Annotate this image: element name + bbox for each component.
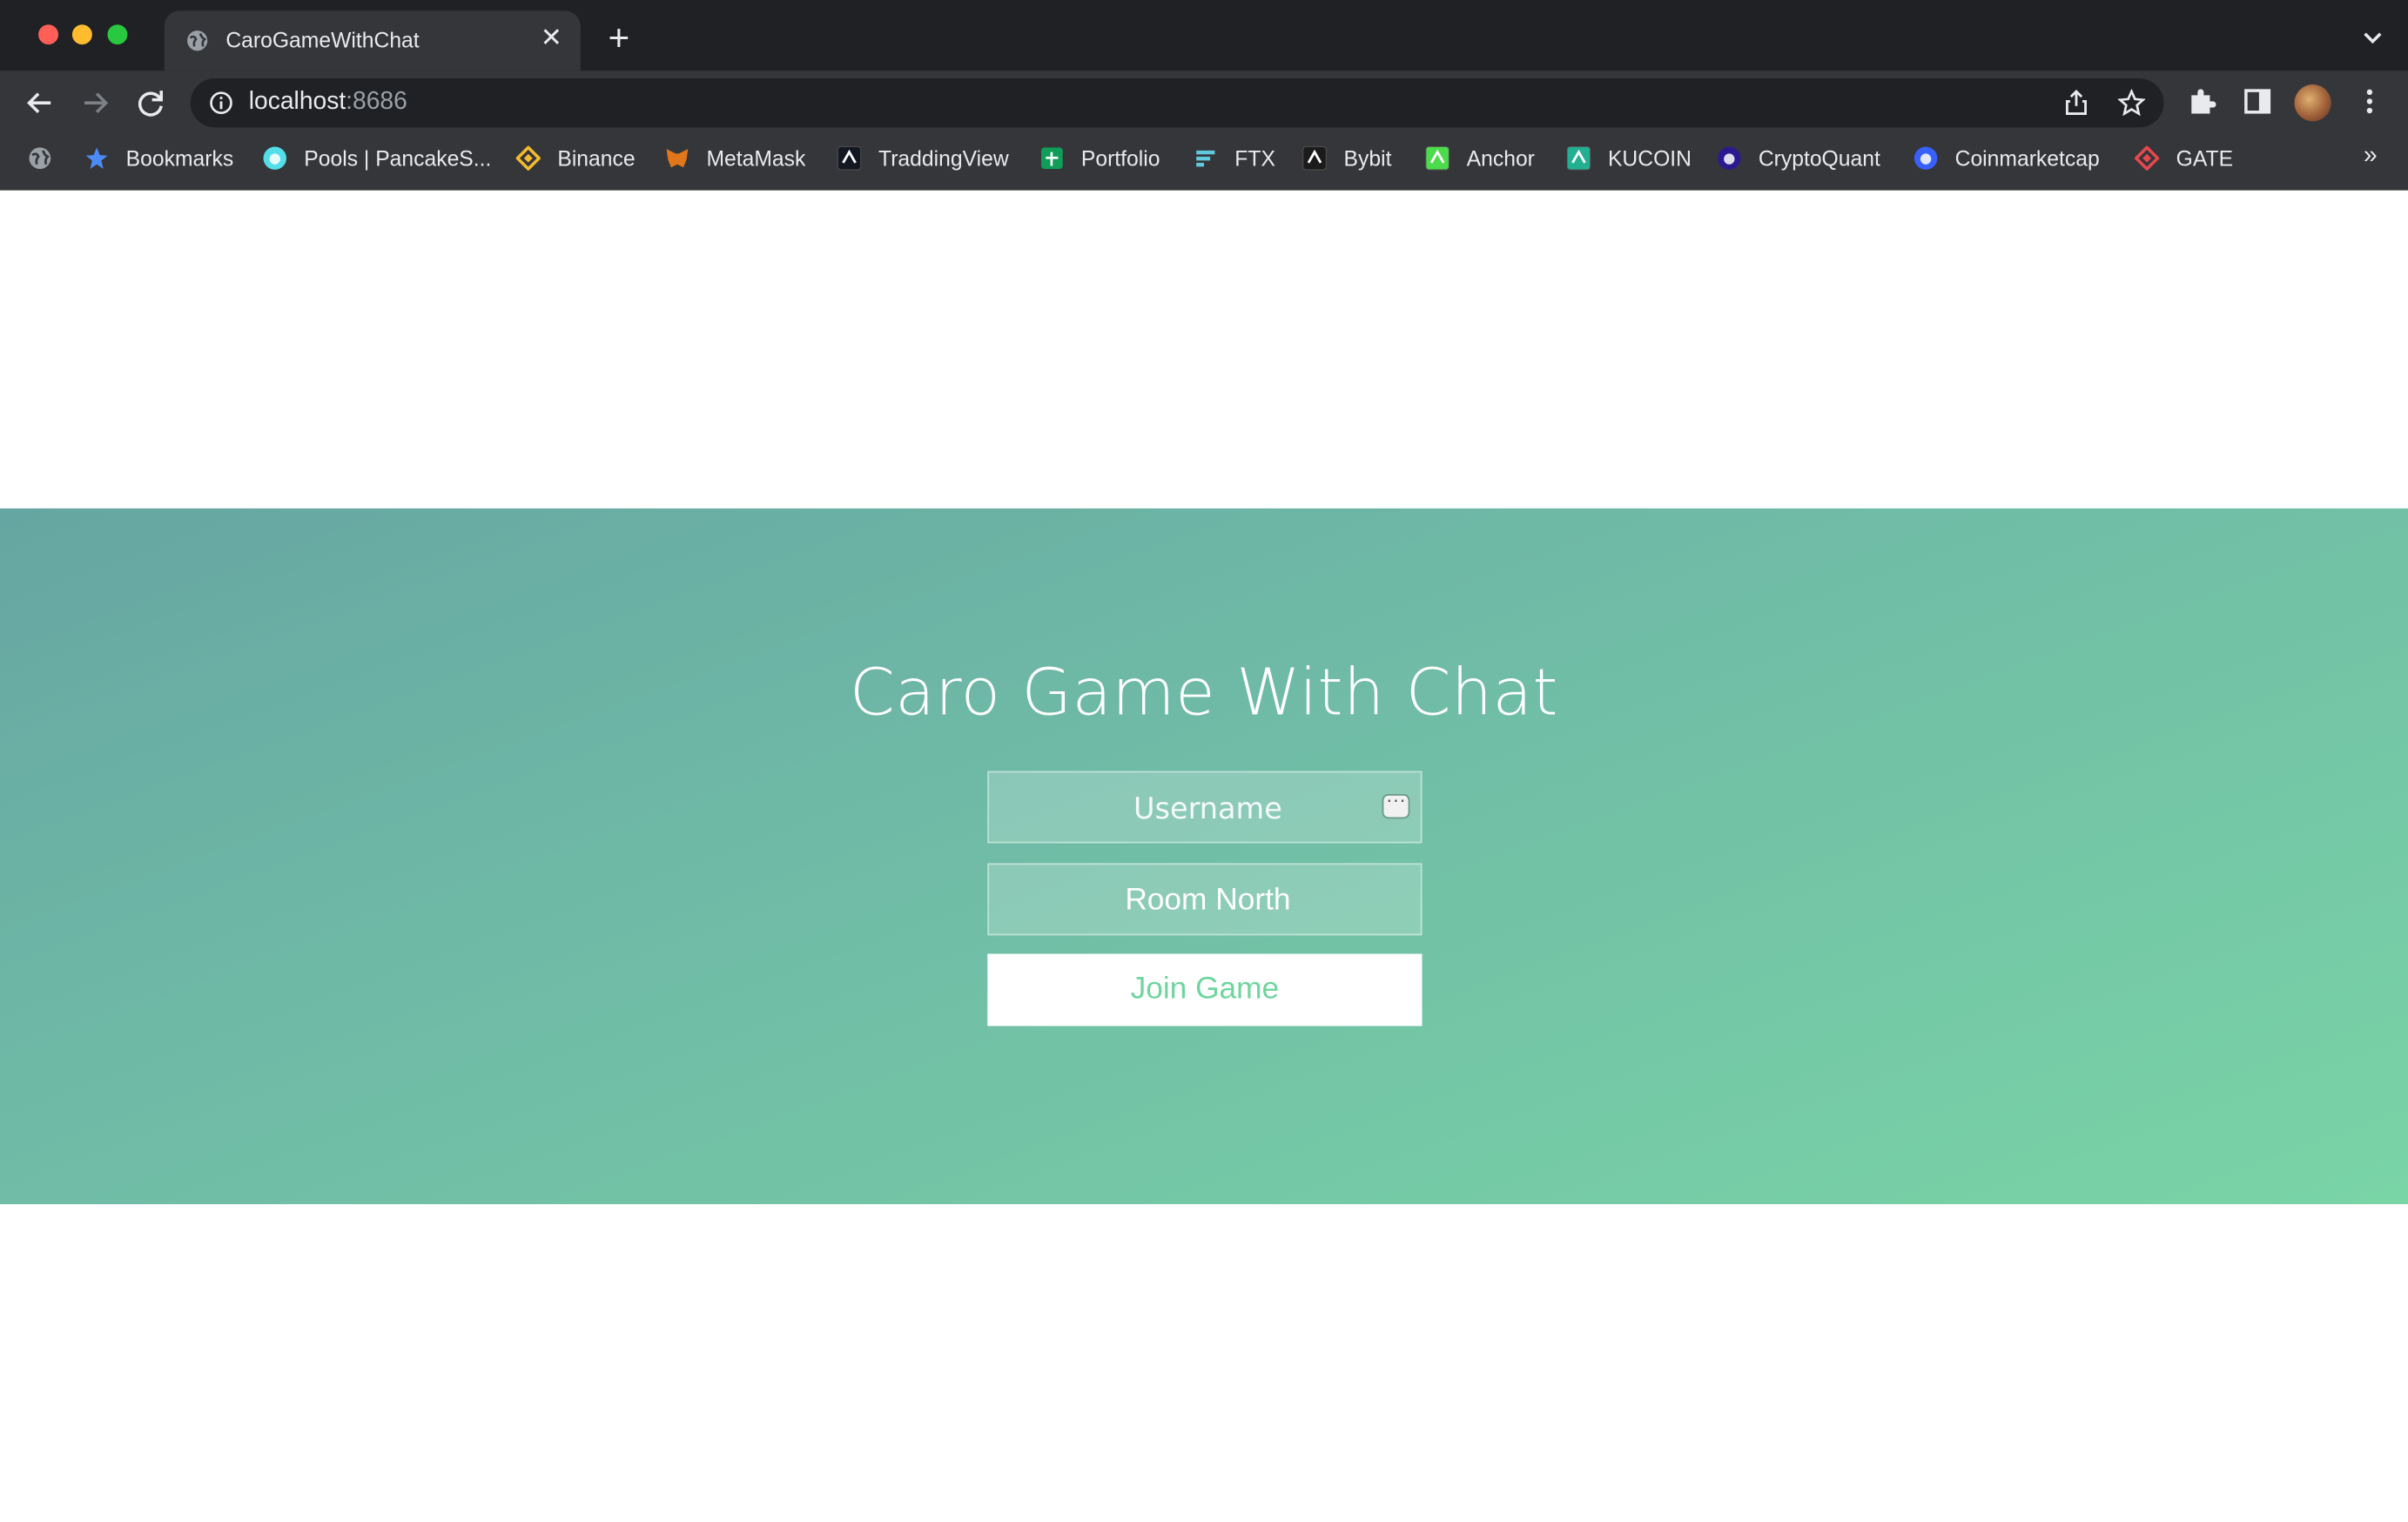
- coinmarketcap-icon: [1914, 146, 1938, 171]
- bookmark-item[interactable]: Pools | PancakeS...: [263, 141, 492, 175]
- tab-active[interactable]: CaroGameWithChat ✕: [164, 10, 581, 71]
- gate-icon: [2134, 145, 2160, 172]
- bookmark-label: Coinmarketcap: [1954, 145, 2100, 171]
- bookmark-item[interactable]: TraddingView: [837, 141, 1009, 175]
- bookmark-label: GATE: [2176, 145, 2234, 171]
- url-text[interactable]: localhost:8686: [249, 89, 407, 117]
- password-manager-icon[interactable]: [1383, 788, 1409, 818]
- url-host: localhost: [248, 89, 346, 116]
- hero-section: Caro Game With Chat Join Game: [0, 508, 2408, 1204]
- apps-globe-icon[interactable]: [28, 146, 52, 171]
- kebab-menu-icon[interactable]: [2354, 86, 2384, 117]
- join-game-button[interactable]: Join Game: [987, 953, 1423, 1027]
- forward-arrow-icon[interactable]: [78, 86, 112, 120]
- bookmark-item[interactable]: CryptoQuant: [1717, 141, 1880, 175]
- cryptoquant-icon: [1717, 146, 1741, 171]
- bookmark-item[interactable]: KUCOIN: [1566, 141, 1692, 175]
- bookmark-item[interactable]: Binance: [515, 141, 636, 175]
- star-icon: [84, 146, 109, 171]
- tab-close-icon[interactable]: ✕: [537, 24, 565, 52]
- bookmark-label: Bybit: [1343, 145, 1392, 171]
- bookmark-item[interactable]: Portfolio: [1039, 141, 1160, 175]
- bookmark-label: Pools | PancakeS...: [304, 145, 492, 171]
- pancakeswap-icon: [263, 146, 287, 171]
- bookmark-label: KUCOIN: [1607, 145, 1692, 171]
- page-content: Caro Game With Chat Join Game: [0, 190, 2408, 1522]
- bookmarks-bar: Bookmarks Pools | PancakeS... Binance MetaM…: [0, 135, 2408, 181]
- bookmark-item[interactable]: Bybit: [1302, 141, 1392, 175]
- bookmark-item[interactable]: GATE: [2134, 141, 2234, 175]
- reload-icon[interactable]: [133, 86, 167, 120]
- bookmark-label: CryptoQuant: [1758, 145, 1880, 171]
- star-icon[interactable]: [2117, 89, 2146, 117]
- room-input[interactable]: [989, 865, 1427, 938]
- bookmark-label: MetaMask: [706, 145, 806, 171]
- close-window-button[interactable]: [38, 24, 59, 45]
- bybit-icon: [1302, 146, 1327, 171]
- share-icon[interactable]: [2062, 89, 2090, 117]
- username-input[interactable]: [989, 772, 1427, 845]
- url-port: :8686: [346, 89, 407, 116]
- info-icon[interactable]: [209, 91, 233, 115]
- maximize-window-button[interactable]: [107, 24, 128, 45]
- bookmark-item[interactable]: MetaMask: [665, 141, 806, 175]
- page-title: Caro Game With Chat: [850, 654, 1558, 730]
- browser-window: CaroGameWithChat ✕ + localhost:8686 Book…: [0, 0, 2408, 1522]
- tradingview-icon: [837, 146, 862, 171]
- new-tab-button[interactable]: +: [602, 21, 636, 57]
- kucoin-icon: [1566, 146, 1591, 171]
- bookmark-label: Binance: [557, 145, 636, 171]
- username-field[interactable]: [987, 771, 1427, 845]
- bookmark-item[interactable]: FTX: [1194, 141, 1275, 175]
- bookmark-label: Bookmarks: [125, 145, 234, 171]
- bookmarks-overflow-button[interactable]: »: [2364, 143, 2378, 171]
- ftx-icon: [1194, 146, 1218, 171]
- anchor-icon: [1425, 146, 1450, 171]
- bookmark-label: TraddingView: [878, 145, 1009, 171]
- bookmark-label: FTX: [1234, 145, 1275, 171]
- bookmark-label: Anchor: [1466, 145, 1535, 171]
- binance-icon: [515, 145, 541, 172]
- bookmark-item[interactable]: Coinmarketcap: [1914, 141, 2100, 175]
- back-arrow-icon[interactable]: [23, 86, 57, 120]
- tab-strip: CaroGameWithChat ✕ +: [0, 0, 2408, 71]
- metamask-icon: [665, 146, 689, 171]
- extensions-puzzle-icon[interactable]: [2187, 86, 2217, 117]
- browser-chrome: CaroGameWithChat ✕ + localhost:8686 Book…: [0, 0, 2408, 191]
- minimize-window-button[interactable]: [71, 24, 92, 45]
- tab-title: CaroGameWithChat: [225, 27, 420, 52]
- room-field[interactable]: [987, 863, 1427, 938]
- side-panel-icon[interactable]: [2242, 86, 2272, 117]
- sheets-icon: [1039, 146, 1064, 171]
- bookmark-label: Portfolio: [1080, 145, 1160, 171]
- bookmark-item[interactable]: Bookmarks: [84, 141, 233, 175]
- bookmark-item[interactable]: Anchor: [1425, 141, 1535, 175]
- address-bar[interactable]: localhost:8686: [190, 77, 2164, 128]
- chevron-down-icon[interactable]: [2362, 28, 2384, 50]
- globe-icon: [187, 30, 208, 51]
- profile-avatar[interactable]: [2294, 84, 2331, 122]
